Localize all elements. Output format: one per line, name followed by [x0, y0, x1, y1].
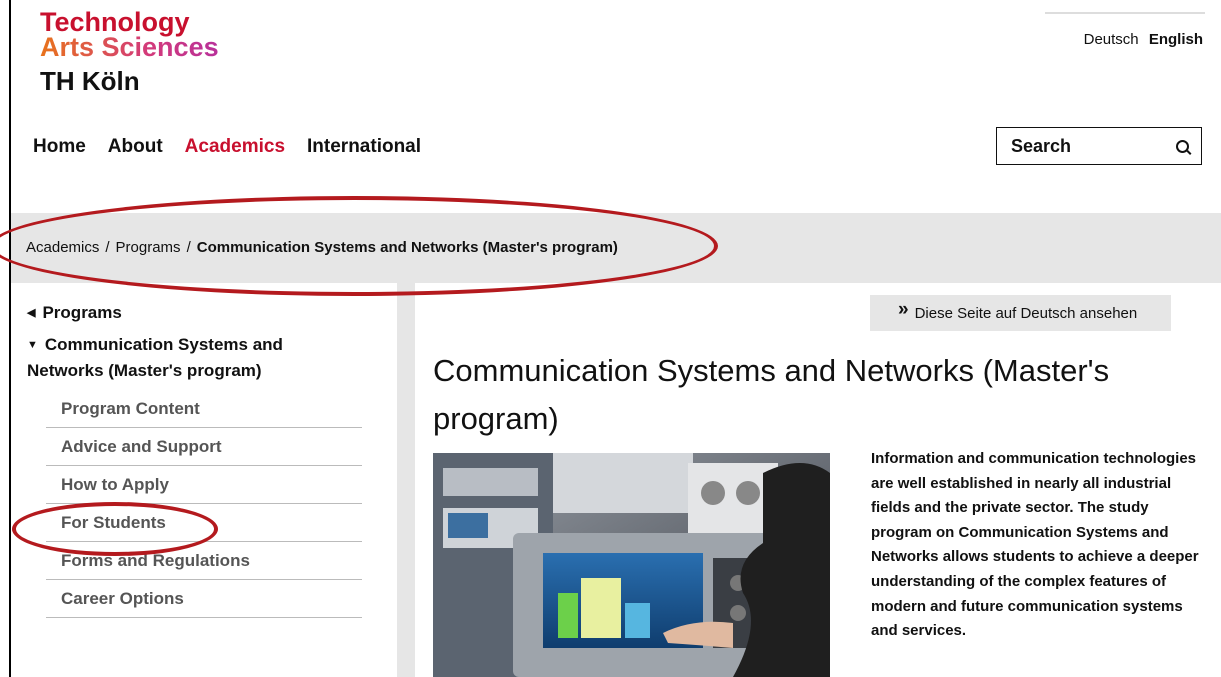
search-icon[interactable] — [1176, 139, 1189, 153]
nav-academics[interactable]: Academics — [185, 136, 285, 158]
search-box[interactable]: Search — [996, 127, 1202, 165]
view-in-german-label: Diese Seite auf Deutsch ansehen — [914, 304, 1138, 322]
intro-text: Information and communication technologi… — [871, 450, 1199, 640]
th-koeln-logo[interactable]: Technology Arts Sciences TH Köln — [40, 9, 219, 96]
sidebar-subnav: Program Content Advice and Support How t… — [46, 390, 362, 618]
column-divider — [397, 283, 415, 677]
sidebar-current-program[interactable]: ▼ Communication Systems and Networks (Mas… — [27, 332, 362, 383]
top-border — [1045, 12, 1205, 14]
view-in-german-link[interactable]: » Diese Seite auf Deutsch ansehen — [870, 295, 1171, 331]
logo-line-th-koeln: TH Köln — [40, 66, 140, 96]
double-chevron-right-icon: » — [898, 299, 909, 320]
lang-english-link[interactable]: English — [1149, 31, 1203, 48]
lab-photo — [433, 453, 830, 677]
sidebar: ◀ Programs ▼ Communication Systems and Net… — [27, 300, 362, 618]
sidebar-item-advice-support[interactable]: Advice and Support — [46, 428, 362, 466]
sidebar-item-career-options[interactable]: Career Options — [46, 580, 362, 618]
breadcrumb-programs[interactable]: Programs — [116, 239, 181, 256]
language-switcher: Deutsch English — [1078, 31, 1203, 48]
sidebar-item-program-content[interactable]: Program Content — [46, 390, 362, 428]
nav-international[interactable]: International — [307, 136, 421, 158]
nav-home[interactable]: Home — [33, 136, 86, 158]
sidebar-item-how-to-apply[interactable]: How to Apply — [46, 466, 362, 504]
breadcrumb-separator: / — [186, 239, 191, 256]
main-nav: Home About Academics International — [33, 136, 421, 158]
sidebar-item-forms-regulations[interactable]: Forms and Regulations — [46, 542, 362, 580]
breadcrumb-separator: / — [105, 239, 110, 256]
breadcrumb-academics[interactable]: Academics — [26, 239, 99, 256]
sidebar-item-for-students[interactable]: For Students — [46, 504, 362, 542]
caret-down-icon: ▼ — [27, 339, 38, 351]
sidebar-parent-programs[interactable]: ◀ Programs — [27, 300, 362, 326]
sidebar-current-label: Communication Systems and Networks (Mast… — [27, 335, 283, 380]
search-label: Search — [1011, 135, 1072, 156]
breadcrumb: Academics / Programs / Communication Systems… — [26, 239, 618, 256]
page-border — [9, 0, 11, 677]
lang-deutsch-link[interactable]: Deutsch — [1084, 31, 1139, 48]
nav-about[interactable]: About — [108, 136, 163, 158]
sidebar-parent-label: Programs — [42, 303, 122, 322]
page-title: Communication Systems and Networks (Mast… — [433, 353, 1110, 436]
breadcrumb-current: Communication Systems and Networks (Mast… — [196, 239, 618, 256]
caret-left-icon: ◀ — [27, 307, 36, 319]
logo-line-arts-sciences: Arts Sciences — [40, 32, 219, 62]
